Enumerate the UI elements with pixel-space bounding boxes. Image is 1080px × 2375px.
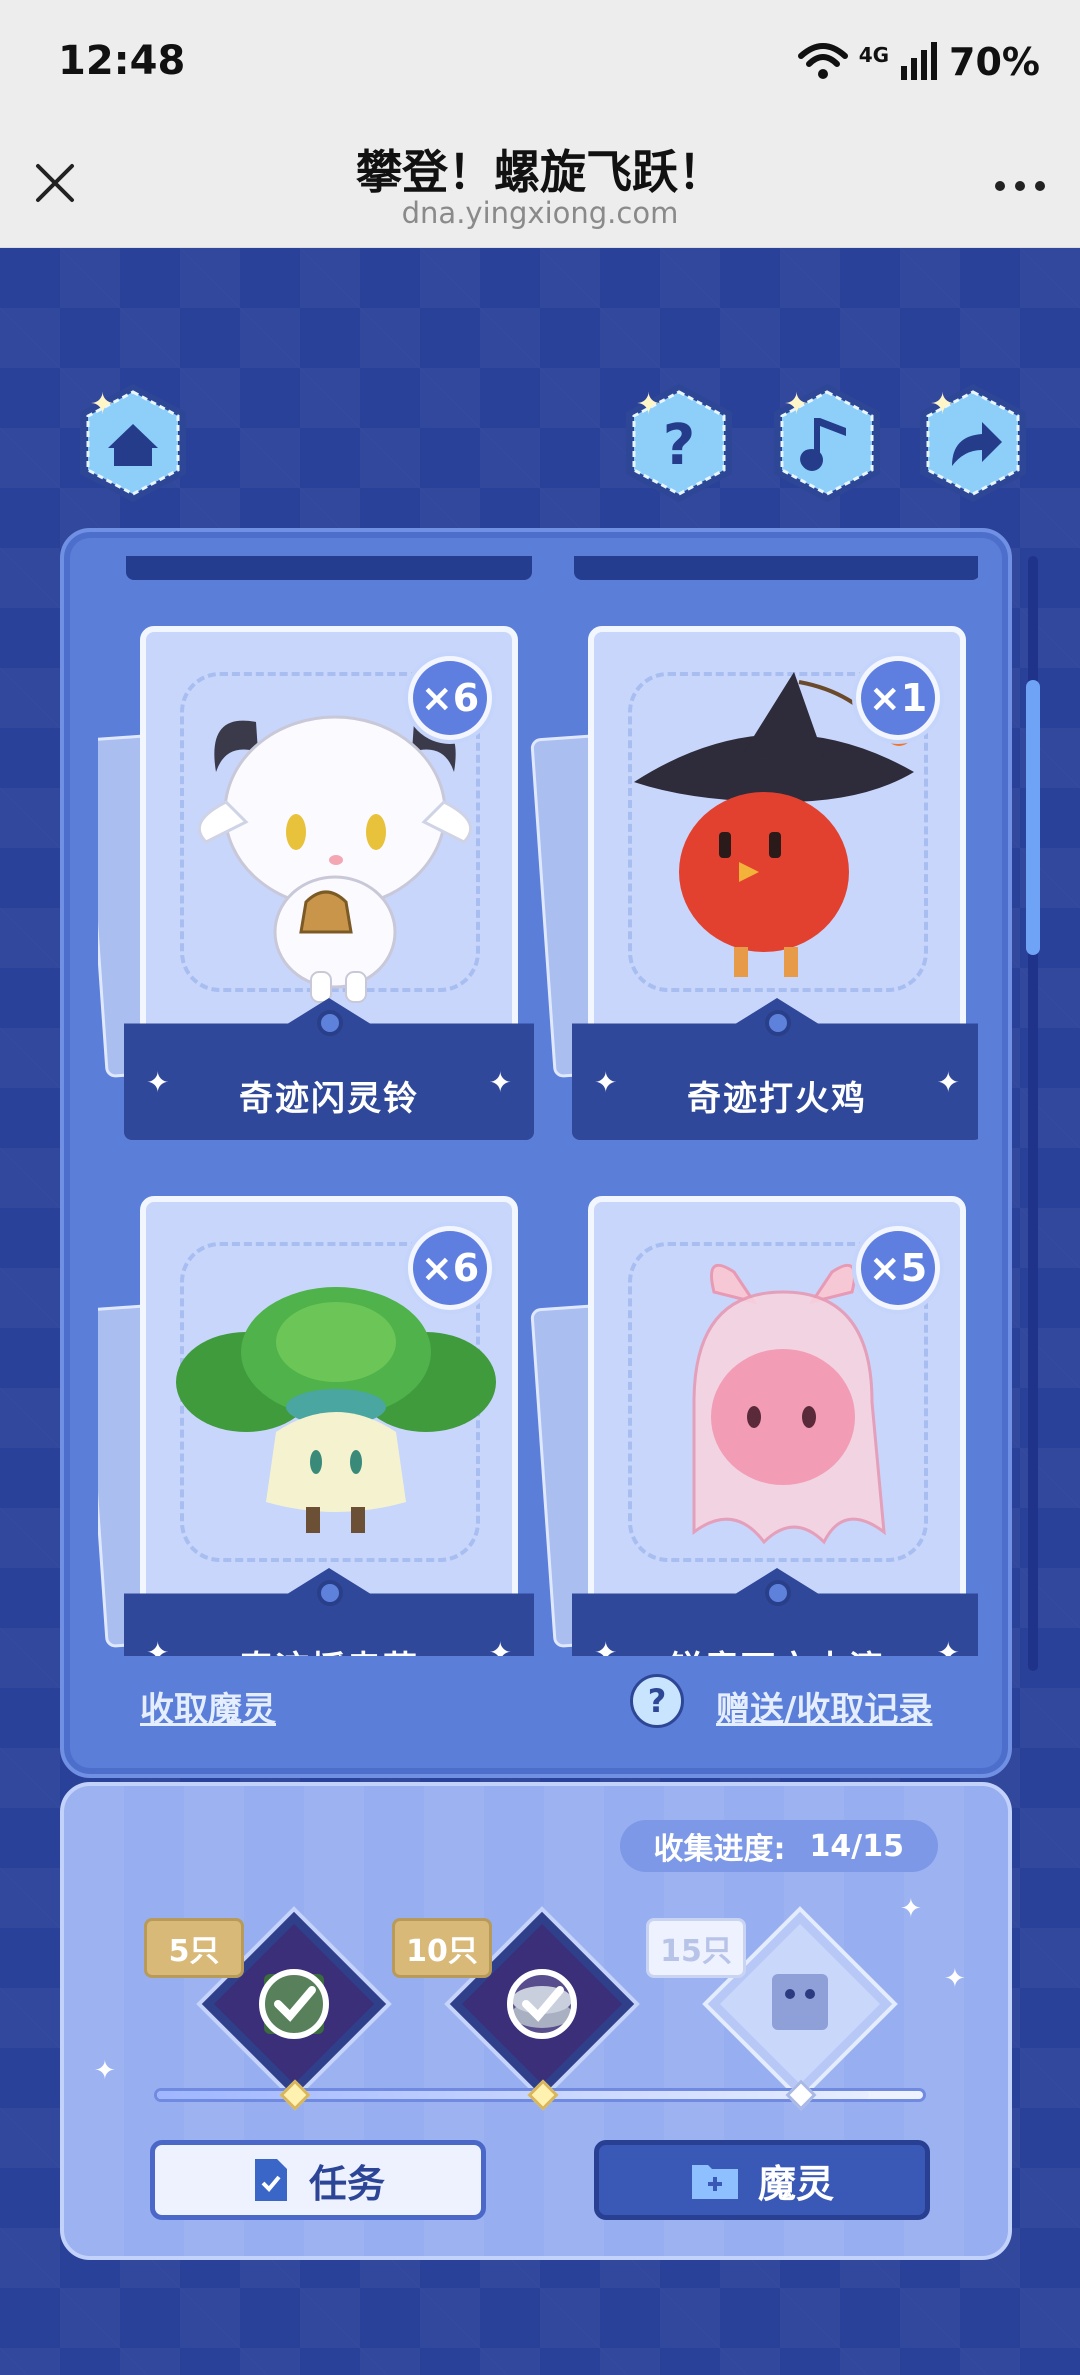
svg-text:✦: ✦ — [90, 387, 115, 422]
task-button[interactable]: 任务 — [150, 2140, 486, 2220]
help-button[interactable]: ? ✦ — [614, 378, 744, 508]
spirit-button[interactable]: 魔灵 — [594, 2140, 930, 2220]
svg-text:✦: ✦ — [636, 387, 661, 422]
card-front: ×1 — [588, 626, 966, 1046]
browser-titlebar: 攀登！螺旋飞跃！ dna.yingxiong.com — [0, 128, 1080, 248]
card-stub-right — [574, 556, 978, 580]
panel-links: 收取魔灵 ? 赠送/收取记录 — [64, 1672, 1016, 1742]
count-badge-text: ×6 — [413, 661, 487, 735]
music-icon: ✦ — [774, 384, 880, 502]
pocket-dot — [317, 1580, 343, 1606]
page-title: 攀登！螺旋飞跃！ — [356, 145, 724, 199]
folder-add-icon — [691, 2165, 738, 2199]
milestone-tag: 5只 — [144, 1918, 244, 1978]
pocket-dot — [765, 1010, 791, 1036]
task-button-label: 任务 — [308, 2161, 385, 2206]
collection-progress-panel: 收集进度: 14/15 ✦ ✦ ✦ 5只 10只 15只 任务 魔灵 — [60, 1782, 1012, 2260]
spirit-card[interactable]: ×6 ✦ ✦ 奇迹闪灵铃 — [98, 626, 534, 1166]
collect-spirit-link[interactable]: 收取魔灵 — [140, 1682, 276, 1731]
sparkle-icon: ✦ — [94, 2056, 116, 2086]
help-icon: ? ✦ — [626, 384, 732, 502]
count-badge: ×6 — [404, 1222, 496, 1314]
record-link[interactable]: 赠送/收取记录 — [716, 1682, 932, 1731]
battery-level: 70% — [949, 40, 1040, 84]
svg-text:?: ? — [663, 413, 695, 478]
card-grid[interactable]: ×6 ✦ ✦ 奇迹闪灵铃 ×1 ✦ ✦ 奇迹打火鸡 ×6 ✦ ✦ ×5 ✦ ✦ — [98, 556, 978, 1656]
home-button[interactable]: ✦ — [68, 378, 198, 508]
share-icon: ✦ — [920, 384, 1026, 502]
spirit-card[interactable]: ×6 ✦ ✦ 奇迹摇曳菇 — [98, 1196, 534, 1656]
home-icon: ✦ — [80, 384, 186, 502]
card-front: ×5 — [588, 1196, 966, 1616]
count-badge: ×5 — [852, 1222, 944, 1314]
scrollbar-thumb[interactable] — [1026, 680, 1040, 955]
count-badge-text: ×6 — [413, 1231, 487, 1305]
question-icon[interactable]: ? — [630, 1674, 684, 1728]
spirit-collection-panel: ×6 ✦ ✦ 奇迹闪灵铃 ×1 ✦ ✦ 奇迹打火鸡 ×6 ✦ ✦ ×5 ✦ ✦ … — [60, 528, 1012, 1778]
music-button[interactable]: ✦ — [762, 378, 892, 508]
status-time: 12:48 — [58, 38, 186, 84]
spirit-card[interactable]: ×1 ✦ ✦ 奇迹打火鸡 — [530, 626, 978, 1166]
card-name: 锐意雨衣水滴 — [572, 1641, 978, 1656]
network-type: 4G — [858, 43, 890, 67]
card-front: ×6 — [140, 626, 518, 1046]
milestone-tag: 10只 — [392, 1918, 492, 1978]
count-badge-text: ×1 — [861, 661, 935, 735]
status-icons: 4G 70% — [797, 40, 1040, 84]
signal-icon — [901, 42, 938, 80]
card-name: 奇迹打火鸡 — [687, 1079, 867, 1119]
pocket-dot — [765, 1580, 791, 1606]
sparkle-icon: ✦ — [900, 1894, 922, 1924]
card-name: 奇迹摇曳菇 — [124, 1641, 534, 1656]
count-badge-text: ×5 — [861, 1231, 935, 1305]
wifi-icon — [797, 43, 848, 79]
card-name: 奇迹闪灵铃 — [239, 1079, 419, 1119]
status-bar: 12:48 4G 70% — [0, 0, 1080, 128]
more-options-icon[interactable] — [990, 166, 1050, 206]
count-badge: ×6 — [404, 652, 496, 744]
milestone-tag: 15只 — [646, 1918, 746, 1978]
document-check-icon — [254, 2159, 287, 2201]
card-front: ×6 — [140, 1196, 518, 1616]
count-badge: ×1 — [852, 652, 944, 744]
card-stub-left — [126, 556, 532, 580]
progress-fill — [157, 2091, 870, 2099]
pocket-dot — [317, 1010, 343, 1036]
page-url: dna.yingxiong.com — [401, 196, 679, 230]
share-button[interactable]: ✦ — [908, 378, 1038, 508]
progress-label-text: 收集进度: — [653, 1832, 786, 1867]
svg-text:✦: ✦ — [930, 387, 955, 422]
progress-label: 收集进度: 14/15 — [619, 1820, 938, 1872]
svg-text:✦: ✦ — [784, 387, 809, 422]
spirit-card[interactable]: ×5 ✦ ✦ 锐意雨衣水滴 — [530, 1196, 978, 1656]
sparkle-icon: ✦ — [944, 1964, 966, 1994]
spirit-button-label: 魔灵 — [757, 2161, 834, 2206]
progress-value: 14/15 — [809, 1828, 904, 1864]
